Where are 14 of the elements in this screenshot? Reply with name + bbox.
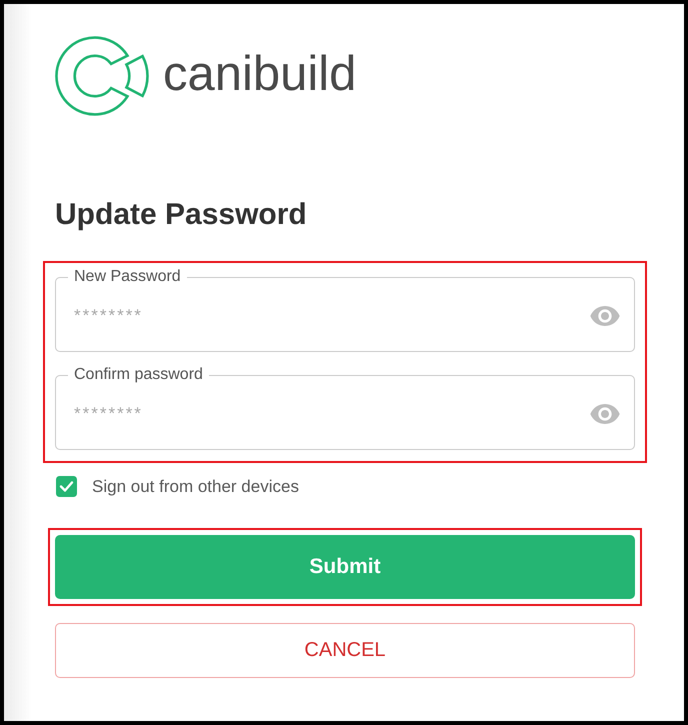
password-input[interactable]: ******** — [68, 384, 590, 443]
field-label: Confirm password — [73, 366, 204, 384]
page-title: Update Password — [55, 197, 308, 233]
logo-text: canibuild — [163, 50, 356, 102]
logo-icon — [55, 36, 149, 116]
cancel-button[interactable]: CANCEL — [55, 623, 635, 678]
checkbox[interactable] — [56, 476, 77, 497]
field-label: New Password — [73, 268, 182, 286]
checkbox-label: Sign out from other devices — [92, 476, 299, 496]
eye-icon[interactable] — [590, 404, 620, 424]
password-field[interactable]: Confirm password ******** — [55, 366, 635, 450]
eye-icon[interactable] — [590, 306, 620, 326]
password-input[interactable]: ******** — [68, 286, 590, 345]
password-field[interactable]: New Password ******** — [55, 268, 635, 352]
